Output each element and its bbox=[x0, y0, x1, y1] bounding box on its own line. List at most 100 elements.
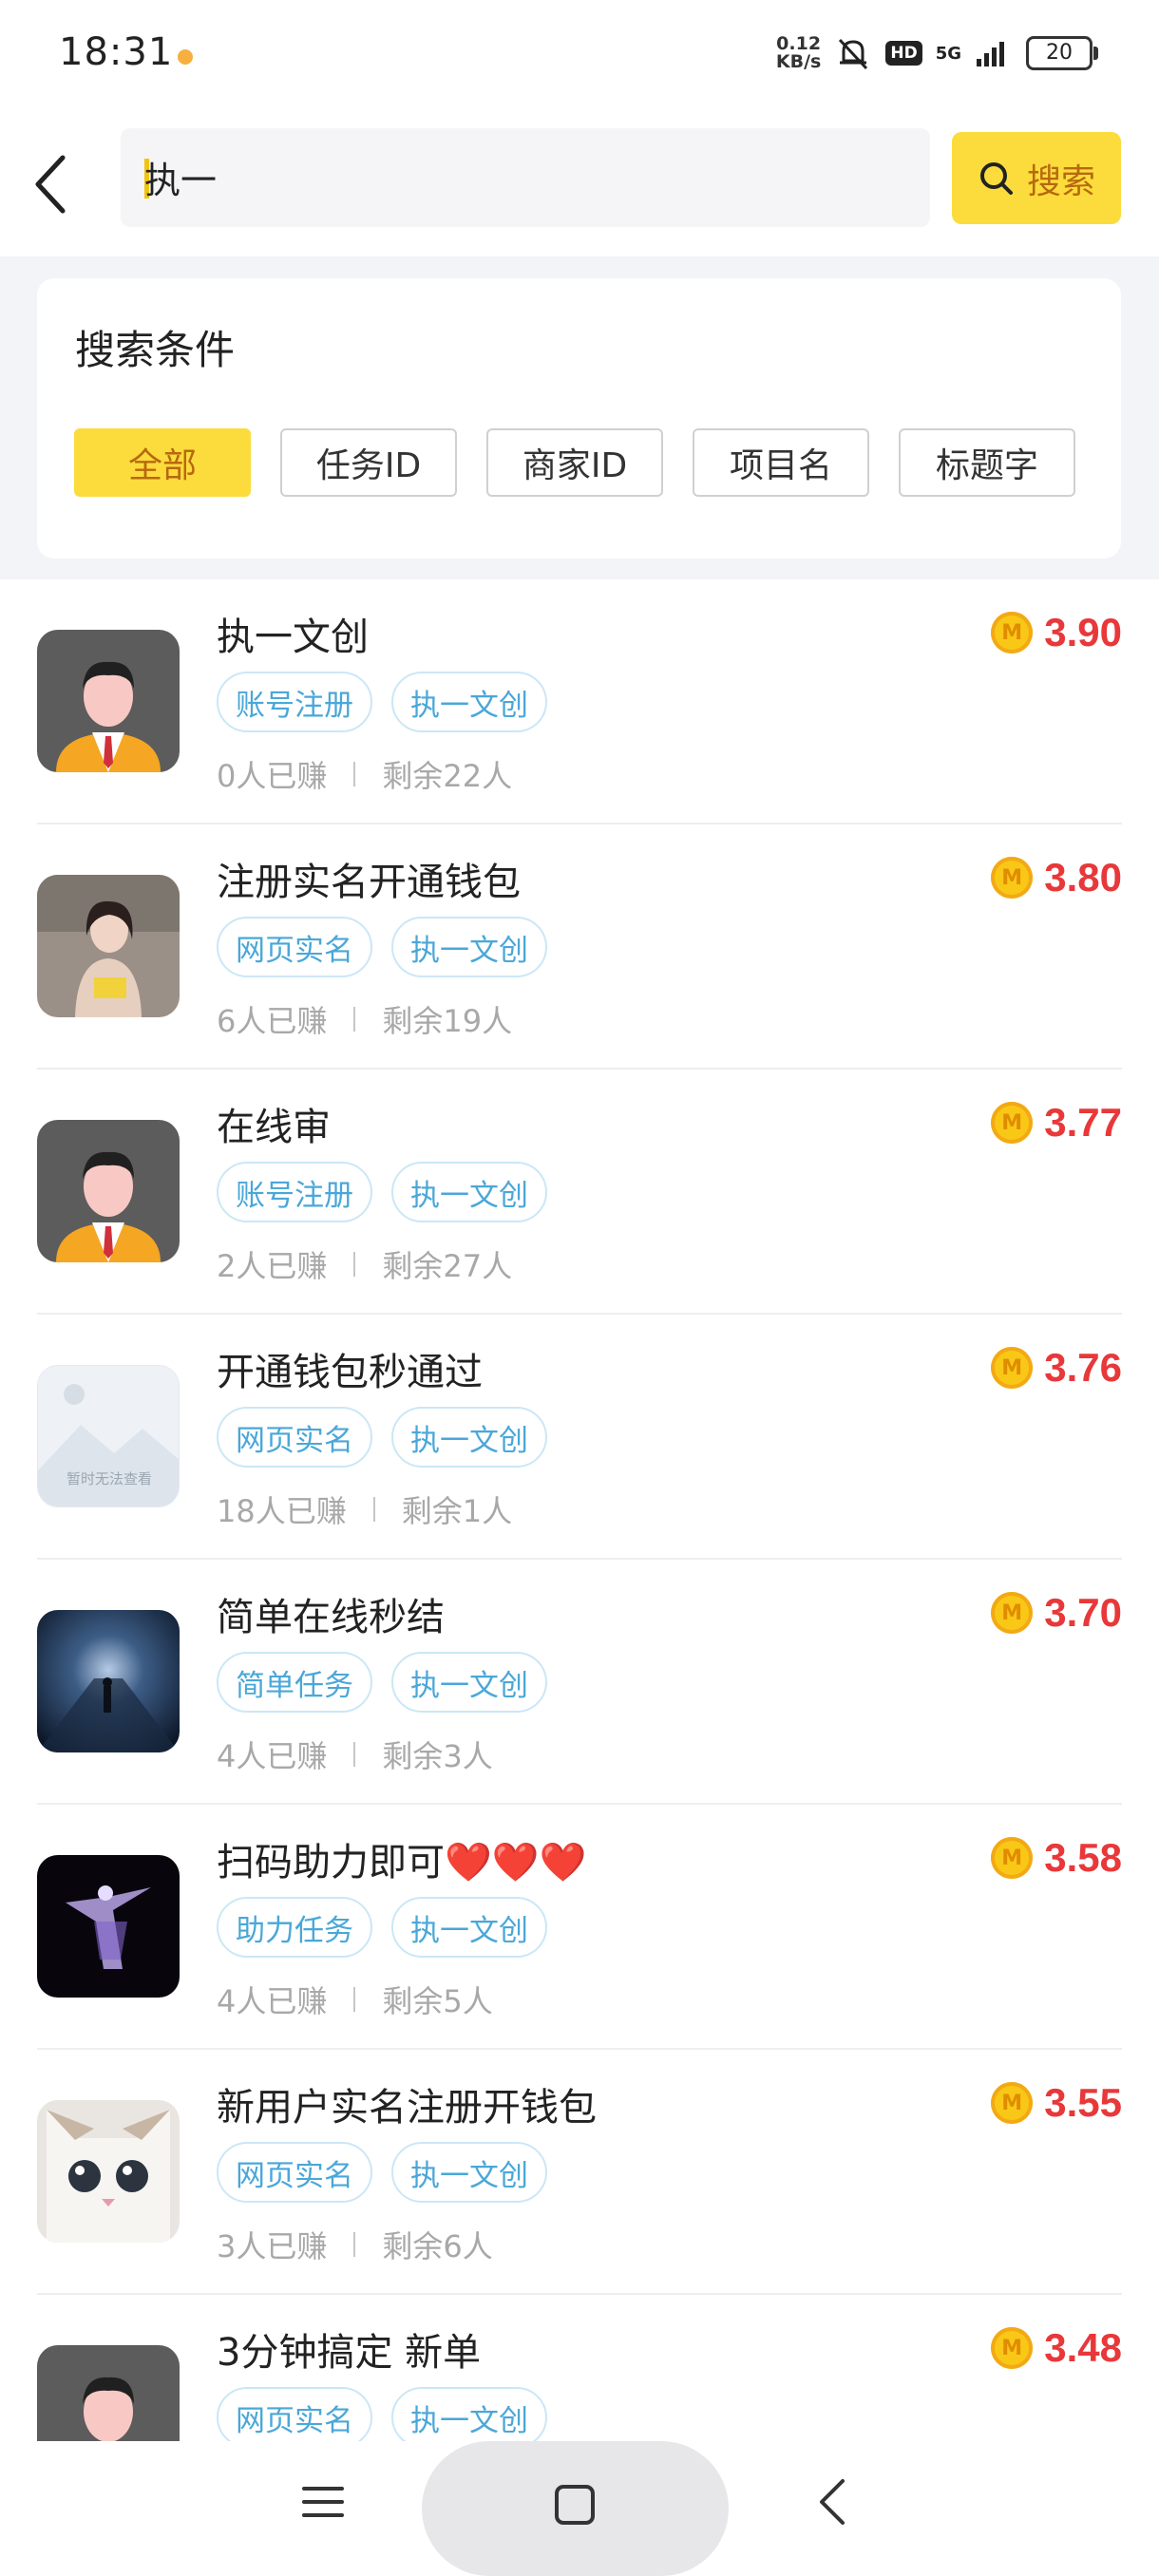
task-tag: 网页实名 bbox=[217, 1407, 372, 1468]
task-tag: 执一文创 bbox=[391, 1162, 547, 1222]
task-item[interactable]: 扫码助力即可❤️❤️❤️ 助力任务 执一文创 4人已赚 剩余5人 M 3.58 bbox=[0, 1805, 1159, 2050]
task-title: 3分钟搞定 新单 bbox=[217, 2331, 482, 2375]
filter-title: 搜索条件 bbox=[75, 327, 236, 373]
earned-count: 4人已赚 bbox=[217, 1983, 328, 2019]
remaining-count: 剩余19人 bbox=[382, 1003, 513, 1039]
coin-icon: M bbox=[991, 2082, 1034, 2124]
task-title: 新用户实名注册开钱包 bbox=[217, 2086, 597, 2130]
status-icons: 0.12 KB/s HD 5G 20 bbox=[775, 33, 1098, 72]
task-tags: 网页实名 执一文创 bbox=[217, 917, 547, 977]
task-title: 执一文创 bbox=[217, 616, 369, 659]
filter-chip-project-name[interactable]: 项目名 bbox=[693, 428, 869, 497]
task-title: 开通钱包秒通过 bbox=[217, 1351, 483, 1394]
coin-icon: M bbox=[991, 1592, 1034, 1634]
image-unavailable-icon: 暂时无法查看 bbox=[37, 1365, 180, 1507]
task-tag: 执一文创 bbox=[391, 672, 547, 732]
task-stats: 4人已赚 剩余5人 bbox=[217, 1978, 493, 2021]
task-item[interactable]: 执一文创 账号注册 执一文创 0人已赚 剩余22人 M 3.90 bbox=[0, 579, 1159, 824]
task-price: M 3.58 bbox=[991, 1835, 1122, 1881]
network-type: 5G bbox=[935, 43, 961, 64]
notification-dot-icon bbox=[178, 49, 193, 65]
task-tag: 执一文创 bbox=[391, 1652, 547, 1713]
remaining-count: 剩余27人 bbox=[382, 1248, 513, 1284]
task-stats: 0人已赚 剩余22人 bbox=[217, 752, 512, 796]
image-unavailable-caption: 暂时无法查看 bbox=[66, 1470, 152, 1487]
task-tags: 简单任务 执一文创 bbox=[217, 1652, 547, 1713]
remaining-count: 剩余22人 bbox=[382, 758, 513, 794]
task-tag: 简单任务 bbox=[217, 1652, 372, 1713]
task-price: M 3.77 bbox=[991, 1100, 1122, 1146]
price-value: 3.80 bbox=[1044, 855, 1122, 900]
task-item[interactable]: 新用户实名注册开钱包 网页实名 执一文创 3人已赚 剩余6人 M 3.55 bbox=[0, 2050, 1159, 2295]
remaining-count: 剩余1人 bbox=[401, 1493, 513, 1529]
mute-bell-icon bbox=[839, 38, 868, 70]
remaining-count: 剩余3人 bbox=[382, 1738, 493, 1774]
back-arrow-icon[interactable] bbox=[25, 146, 82, 222]
search-icon bbox=[979, 161, 1013, 195]
system-back-icon[interactable] bbox=[814, 2475, 852, 2529]
search-button-label: 搜索 bbox=[1026, 161, 1095, 201]
coin-icon: M bbox=[991, 1347, 1034, 1389]
default-avatar-icon bbox=[37, 1120, 180, 1262]
task-tags: 网页实名 执一文创 bbox=[217, 2142, 547, 2203]
task-item[interactable]: 注册实名开通钱包 网页实名 执一文创 6人已赚 剩余19人 M 3.80 bbox=[0, 824, 1159, 1070]
task-item[interactable]: 简单在线秒结 简单任务 执一文创 4人已赚 剩余3人 M 3.70 bbox=[0, 1560, 1159, 1805]
neon-figure-avatar bbox=[37, 1855, 180, 1998]
task-price: M 3.70 bbox=[991, 1590, 1122, 1636]
coin-icon: M bbox=[991, 1837, 1034, 1879]
earned-count: 18人已赚 bbox=[217, 1493, 347, 1529]
divider bbox=[353, 1987, 356, 2012]
status-time: 18:31 bbox=[59, 30, 174, 74]
earned-count: 6人已赚 bbox=[217, 1003, 328, 1039]
price-value: 3.70 bbox=[1044, 1590, 1122, 1635]
task-item[interactable]: 暂时无法查看 开通钱包秒通过 网页实名 执一文创 18人已赚 剩余1人 M 3.… bbox=[0, 1315, 1159, 1560]
filter-chips: 全部 任务ID 商家ID 项目名 标题字 bbox=[74, 428, 1075, 497]
coin-icon: M bbox=[991, 2327, 1034, 2369]
filter-chip-all[interactable]: 全部 bbox=[74, 428, 251, 497]
filter-chip-title-keyword[interactable]: 标题字 bbox=[899, 428, 1075, 497]
task-tags: 网页实名 执一文创 bbox=[217, 1407, 547, 1468]
task-tag: 账号注册 bbox=[217, 672, 372, 732]
home-square-icon[interactable] bbox=[554, 2484, 596, 2526]
price-value: 3.55 bbox=[1044, 2080, 1122, 2125]
task-tag: 执一文创 bbox=[391, 917, 547, 977]
task-stats: 6人已赚 剩余19人 bbox=[217, 997, 512, 1041]
earned-count: 4人已赚 bbox=[217, 1738, 328, 1774]
search-button[interactable]: 搜索 bbox=[952, 132, 1121, 224]
network-speed: 0.12 KB/s bbox=[775, 33, 822, 72]
tunnel-photo-avatar bbox=[37, 1610, 180, 1752]
task-tags: 网页实名 执一文创 bbox=[217, 2387, 547, 2448]
status-bar: 18:31 0.12 KB/s HD 5G 20 bbox=[0, 0, 1159, 114]
task-list: 执一文创 账号注册 执一文创 0人已赚 剩余22人 M 3.90 注册实名开通钱… bbox=[0, 579, 1159, 2540]
battery-icon: 20 bbox=[1026, 36, 1098, 70]
task-item[interactable]: 在线审 账号注册 执一文创 2人已赚 剩余27人 M 3.77 bbox=[0, 1070, 1159, 1315]
task-tag: 执一文创 bbox=[391, 2387, 547, 2448]
price-value: 3.77 bbox=[1044, 1100, 1122, 1145]
price-value: 3.76 bbox=[1044, 1345, 1122, 1390]
coin-icon: M bbox=[991, 1102, 1034, 1144]
default-avatar-icon bbox=[37, 630, 180, 772]
menu-icon[interactable] bbox=[302, 2481, 344, 2523]
divider bbox=[353, 762, 356, 786]
price-value: 3.90 bbox=[1044, 610, 1122, 654]
task-tag: 网页实名 bbox=[217, 917, 372, 977]
earned-count: 3人已赚 bbox=[217, 2228, 328, 2264]
filter-chip-task-id[interactable]: 任务ID bbox=[280, 428, 457, 497]
task-tag: 网页实名 bbox=[217, 2387, 372, 2448]
price-value: 3.48 bbox=[1044, 2325, 1122, 2370]
task-stats: 3人已赚 剩余6人 bbox=[217, 2223, 493, 2266]
divider bbox=[372, 1497, 375, 1522]
search-input[interactable]: 执一 bbox=[121, 128, 930, 227]
task-title: 简单在线秒结 bbox=[217, 1596, 445, 1639]
task-tags: 助力任务 执一文创 bbox=[217, 1897, 547, 1958]
task-tag: 执一文创 bbox=[391, 1407, 547, 1468]
task-tag: 助力任务 bbox=[217, 1897, 372, 1958]
task-title: 扫码助力即可❤️❤️❤️ bbox=[217, 1841, 587, 1885]
task-tag: 网页实名 bbox=[217, 2142, 372, 2203]
divider bbox=[353, 2232, 356, 2257]
search-query: 执一 bbox=[144, 160, 218, 201]
filter-chip-merchant-id[interactable]: 商家ID bbox=[486, 428, 663, 497]
task-tag: 执一文创 bbox=[391, 2142, 547, 2203]
task-stats: 2人已赚 剩余27人 bbox=[217, 1242, 512, 1286]
girl-photo-avatar bbox=[37, 875, 180, 1017]
